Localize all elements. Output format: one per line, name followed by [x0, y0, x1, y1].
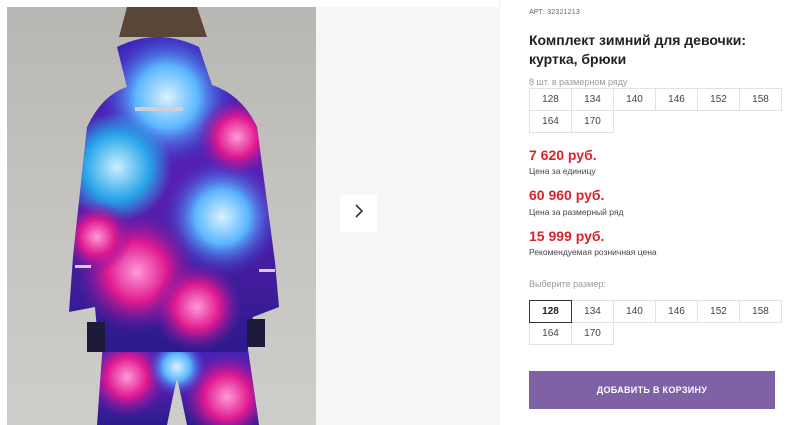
size-row-cell: 140: [613, 88, 656, 111]
unit-price-note: Цена за единицу: [529, 166, 596, 176]
chevron-right-icon: [353, 203, 365, 224]
unit-price: 7 620 руб.: [529, 147, 597, 163]
retail-price: 15 999 руб.: [529, 228, 605, 244]
product-title: Комплект зимний для девочки: куртка, брю…: [529, 32, 746, 67]
size-row-cell: 170: [571, 110, 614, 133]
size-row-cell: 152: [697, 88, 740, 111]
size-row-cell: 146: [655, 88, 698, 111]
size-option[interactable]: 134: [571, 300, 614, 323]
add-to-cart-button[interactable]: Добавить в корзину: [529, 371, 775, 409]
sku: АРТ: 32321213: [529, 9, 580, 16]
size-option[interactable]: 158: [739, 300, 782, 323]
size-row-cell: 158: [739, 88, 782, 111]
size-option[interactable]: 170: [571, 322, 614, 345]
size-row-cell: 134: [571, 88, 614, 111]
product-gallery: [0, 0, 500, 425]
size-selector: 128 134 140 146 152 158 164 170: [529, 300, 782, 345]
size-row-cell: 164: [529, 110, 572, 133]
size-option[interactable]: 146: [655, 300, 698, 323]
product-photo[interactable]: [7, 7, 316, 425]
size-option[interactable]: 164: [529, 322, 572, 345]
sku-value: 32321213: [547, 9, 580, 16]
size-row-grid: 128 134 140 146 152 158 164 170: [529, 88, 782, 133]
retail-price-note: Рекомендуемая розничная цена: [529, 247, 657, 257]
size-row-label: 8 шт. в размерном ряду: [529, 77, 628, 87]
row-price-note: Цена за размерный ряд: [529, 207, 624, 217]
gallery-next-button[interactable]: [340, 195, 377, 232]
size-option-selected[interactable]: 128: [529, 300, 572, 323]
size-option[interactable]: 152: [697, 300, 740, 323]
sku-label: АРТ:: [529, 9, 546, 16]
choose-size-label: Выберите размер:: [529, 279, 606, 289]
size-row-cell: 128: [529, 88, 572, 111]
size-option[interactable]: 140: [613, 300, 656, 323]
row-price: 60 960 руб.: [529, 187, 605, 203]
